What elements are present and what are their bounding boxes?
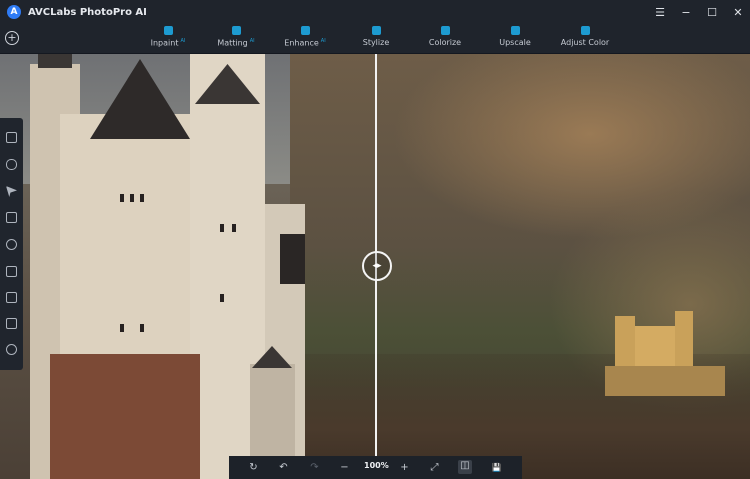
app-title: AVCLabs PhotoPro AI [28, 6, 147, 18]
ai-badge: AI [180, 38, 186, 44]
left-tool-palette [0, 118, 23, 370]
enhance-icon [300, 26, 310, 35]
menu-icon[interactable]: ☰ [654, 6, 666, 19]
app-logo-icon: A [7, 5, 21, 19]
main-toolbar: + Inpaint AI Matting AI Enhance AI Stylize … [0, 24, 750, 54]
upscale-icon [510, 26, 520, 35]
tool-enhance[interactable]: Enhance AI [284, 24, 326, 53]
redo-icon[interactable]: ↷ [309, 462, 320, 473]
image-tool-icon[interactable] [6, 318, 17, 329]
pointer-tool-icon[interactable] [6, 186, 17, 197]
inpaint-icon [163, 26, 173, 35]
tool-matting[interactable]: Matting AI [216, 24, 256, 53]
image-canvas[interactable]: ◂▸ [0, 54, 750, 479]
add-image-button[interactable]: + [5, 31, 19, 45]
close-button[interactable]: ✕ [732, 6, 744, 19]
tool-inpaint[interactable]: Inpaint AI [148, 24, 188, 53]
tool-matting-label: Matting [217, 38, 248, 48]
undo-icon[interactable]: ↶ [278, 462, 289, 473]
layers-tool-icon[interactable] [6, 292, 17, 303]
tool-colorize-label: Colorize [428, 38, 462, 47]
tool-upscale[interactable]: Upscale [497, 24, 533, 53]
chevron-left-right-icon: ◂▸ [372, 261, 382, 271]
matting-icon [231, 26, 241, 35]
tool-stylize-label: Stylize [362, 38, 390, 47]
zoom-level: 100% [364, 461, 389, 470]
compare-slider-handle[interactable]: ◂▸ [362, 251, 392, 281]
rotate-icon[interactable]: ↻ [248, 462, 259, 473]
stylize-icon [371, 26, 381, 35]
ai-badge: AI [249, 38, 255, 44]
maximize-button[interactable]: ☐ [706, 6, 718, 19]
brush-tool-icon[interactable] [6, 159, 17, 170]
ai-badge: AI [320, 38, 326, 44]
rectangle-tool-icon[interactable] [6, 212, 17, 223]
portrait-tool-icon[interactable] [6, 266, 17, 277]
tool-stylize[interactable]: Stylize [359, 24, 393, 53]
tool-inpaint-label: Inpaint [150, 38, 179, 48]
photo-castle [20, 54, 310, 479]
colorize-icon [440, 26, 450, 35]
tool-adjust-color[interactable]: Adjust Color [559, 24, 611, 53]
photo-distant-castle [605, 306, 725, 401]
tool-enhance-label: Enhance [284, 38, 319, 48]
select-tool-icon[interactable] [6, 132, 17, 143]
bottom-toolbar: ↻ ↶ ↷ − 100% + ⤢ ◫ 💾 [229, 456, 522, 479]
zoom-in-button[interactable]: + [399, 462, 410, 473]
window-controls: ☰ − ☐ ✕ [654, 0, 744, 24]
tool-upscale-label: Upscale [499, 38, 531, 47]
ellipse-tool-icon[interactable] [6, 239, 17, 250]
adjust-color-icon [580, 26, 590, 35]
save-icon[interactable]: 💾 [491, 462, 502, 473]
tool-colorize[interactable]: Colorize [427, 24, 463, 53]
minimize-button[interactable]: − [680, 6, 692, 19]
tool-adjust-color-label: Adjust Color [560, 38, 610, 47]
history-tool-icon[interactable] [6, 344, 17, 355]
title-bar: A AVCLabs PhotoPro AI ☰ − ☐ ✕ [0, 0, 750, 24]
compare-view-icon[interactable]: ◫ [458, 460, 472, 474]
fit-screen-icon[interactable]: ⤢ [429, 462, 440, 473]
zoom-out-button[interactable]: − [339, 462, 350, 473]
